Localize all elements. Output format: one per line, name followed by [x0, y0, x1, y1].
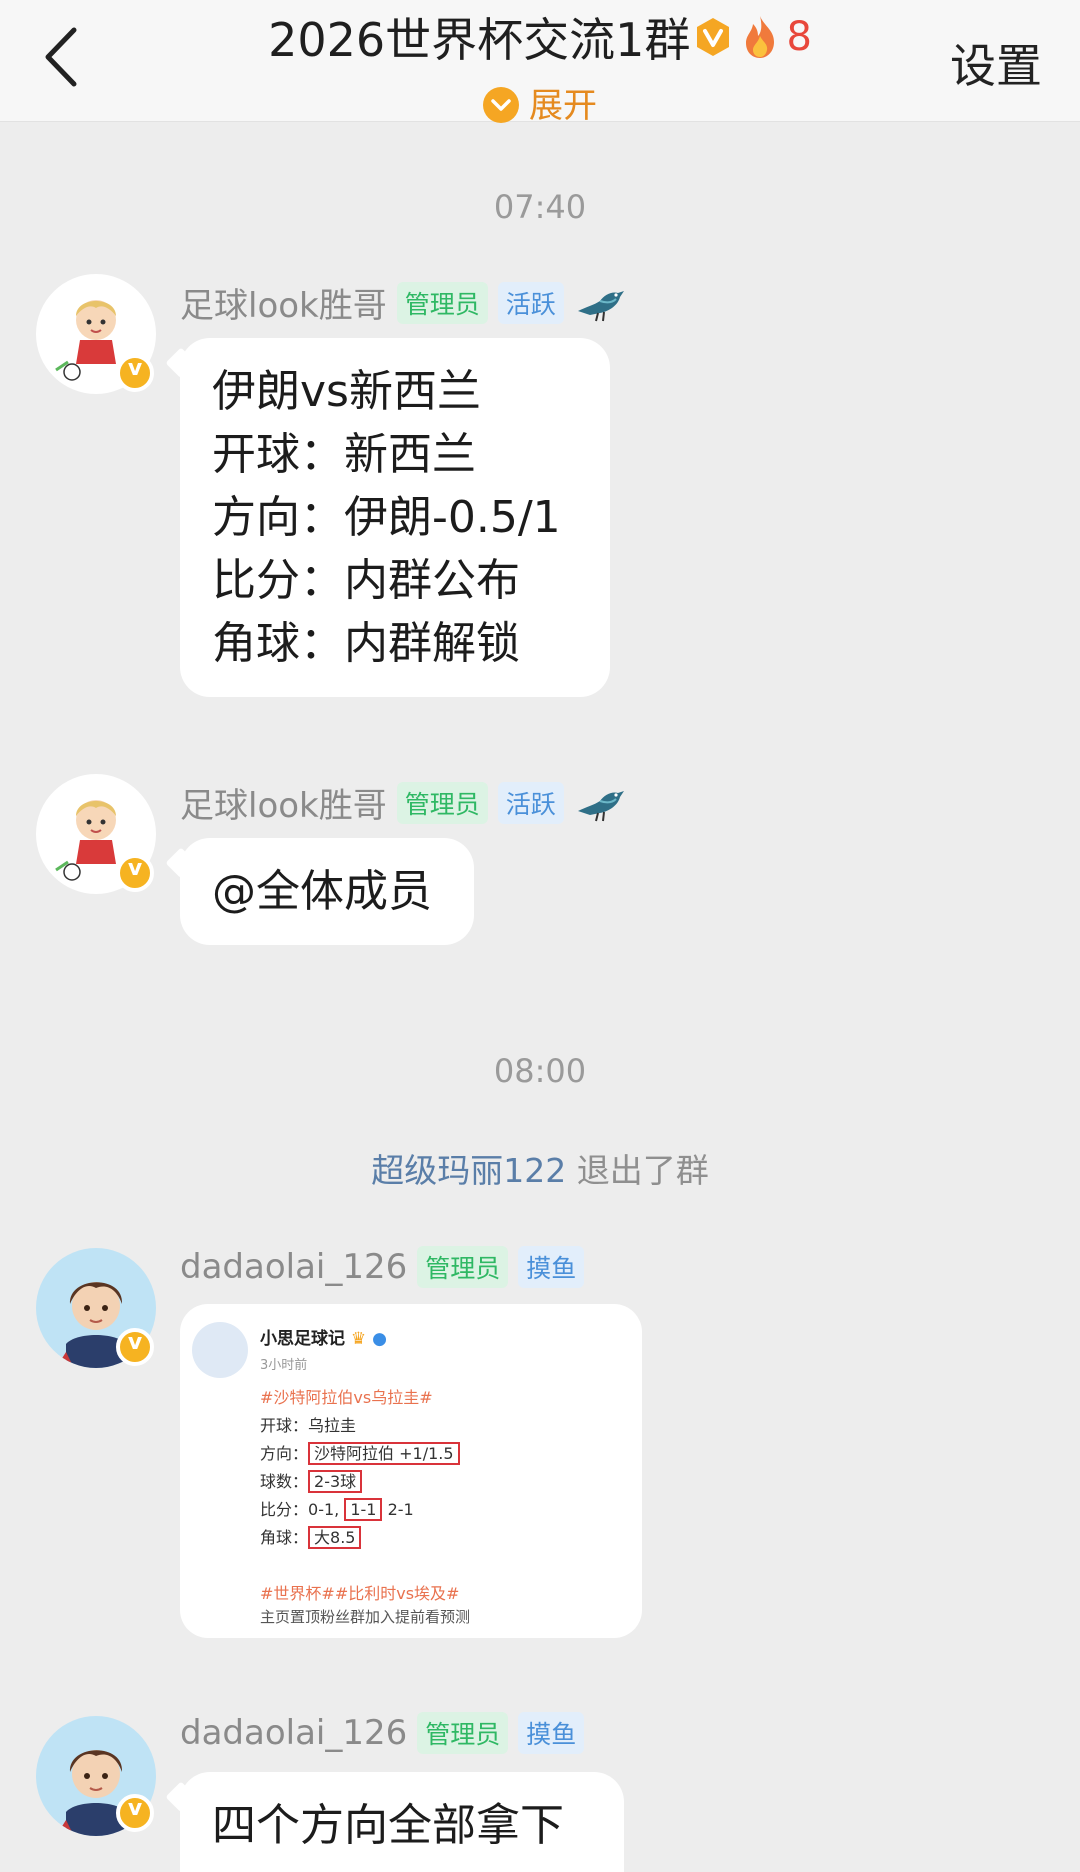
admin-tag: 管理员: [417, 1246, 509, 1288]
sender-name[interactable]: 足球look胜哥: [180, 286, 387, 326]
active-tag: 活跃: [497, 281, 564, 324]
admin-tag: 管理员: [417, 1712, 509, 1754]
expand-label: 展开: [529, 86, 597, 126]
card-footer: 主页置顶粉丝群加入提前看预测: [260, 1608, 471, 1626]
verified-badge-icon: v: [116, 854, 154, 892]
verified-badge-icon: v: [116, 1794, 154, 1832]
system-user-link[interactable]: 超级玛丽122: [371, 1151, 566, 1190]
sender-row: dadaolai_126 管理员 摸鱼: [180, 1246, 585, 1290]
message-line: 伊朗vs新西兰: [212, 366, 481, 417]
card-author: 小思足球记 ♛ ●: [260, 1329, 387, 1349]
verified-badge-icon: v: [116, 1328, 154, 1366]
sender-name[interactable]: dadaolai_126: [180, 1713, 407, 1753]
fire-icon: [746, 16, 775, 58]
sender-row: 足球look胜哥 管理员 活跃: [180, 778, 626, 826]
message-line: 方向：伊朗-0.5/1: [212, 492, 561, 543]
message-line: 角球：内群解锁: [212, 618, 520, 669]
settings-button[interactable]: 设置: [950, 30, 1042, 96]
sender-row: dadaolai_126 管理员 摸鱼: [180, 1712, 585, 1756]
fire-count: 8: [786, 14, 812, 60]
message-line: 比分：内群公布: [212, 555, 520, 606]
idle-tag: 摸鱼: [518, 1246, 585, 1288]
system-text: 退出了群: [566, 1151, 709, 1190]
card-hashtags: #世界杯##比利时vs埃及#: [260, 1584, 460, 1603]
chat-header: 2026世界杯交流1群 8 展开 设置: [0, 0, 1080, 126]
sender-name[interactable]: dadaolai_126: [180, 1247, 407, 1287]
card-topic: #沙特阿拉伯vs乌拉圭#: [260, 1388, 433, 1407]
group-title: 2026世界杯交流1群: [268, 13, 691, 67]
card-time: 3小时前: [260, 1358, 308, 1373]
message-line: 四个方向全部拿下: [212, 1800, 564, 1851]
card-direction: 方向： 沙特阿拉伯 +1/1.5: [260, 1440, 460, 1465]
sender-row: 足球look胜哥 管理员 活跃: [180, 278, 626, 326]
card-kickoff: 开球：乌拉圭: [260, 1416, 357, 1435]
image-message[interactable]: 小思足球记 ♛ ● 3小时前 #沙特阿拉伯vs乌拉圭# 开球：乌拉圭 方向： 沙特…: [180, 1304, 642, 1638]
timestamp: 07:40: [493, 188, 587, 226]
admin-tag: 管理员: [396, 781, 488, 824]
idle-tag: 摸鱼: [518, 1712, 585, 1754]
admin-tag: 管理员: [396, 281, 488, 324]
bird-icon: [577, 290, 624, 321]
card-author-avatar: [192, 1322, 248, 1378]
bird-icon: [577, 790, 624, 821]
message-bubble[interactable]: 四个方向全部拿下: [180, 1772, 624, 1872]
message-bubble[interactable]: @全体成员: [180, 838, 474, 945]
sender-name[interactable]: 足球look胜哥: [180, 786, 387, 826]
expand-toggle[interactable]: 展开: [0, 78, 1080, 127]
message-bubble[interactable]: 伊朗vs新西兰 开球：新西兰 方向：伊朗-0.5/1 比分：内群公布 角球：内群…: [180, 338, 610, 697]
vip-badge-icon: [697, 18, 730, 56]
card-corner: 角球： 大8.5: [260, 1524, 362, 1549]
chevron-down-icon: [483, 86, 519, 123]
verified-badge-icon: v: [116, 354, 154, 392]
group-title-row[interactable]: 2026世界杯交流1群 8: [0, 4, 1080, 70]
system-notice: 超级玛丽122 退出了群: [0, 1144, 1080, 1192]
message-line: @全体成员: [212, 866, 432, 917]
active-tag: 活跃: [497, 781, 564, 824]
message-line: 开球：新西兰: [212, 429, 476, 480]
timestamp: 08:00: [493, 1052, 587, 1090]
card-goals: 球数： 2-3球: [260, 1468, 363, 1493]
card-score: 比分：0-1, 1-1 2-1: [260, 1498, 414, 1521]
